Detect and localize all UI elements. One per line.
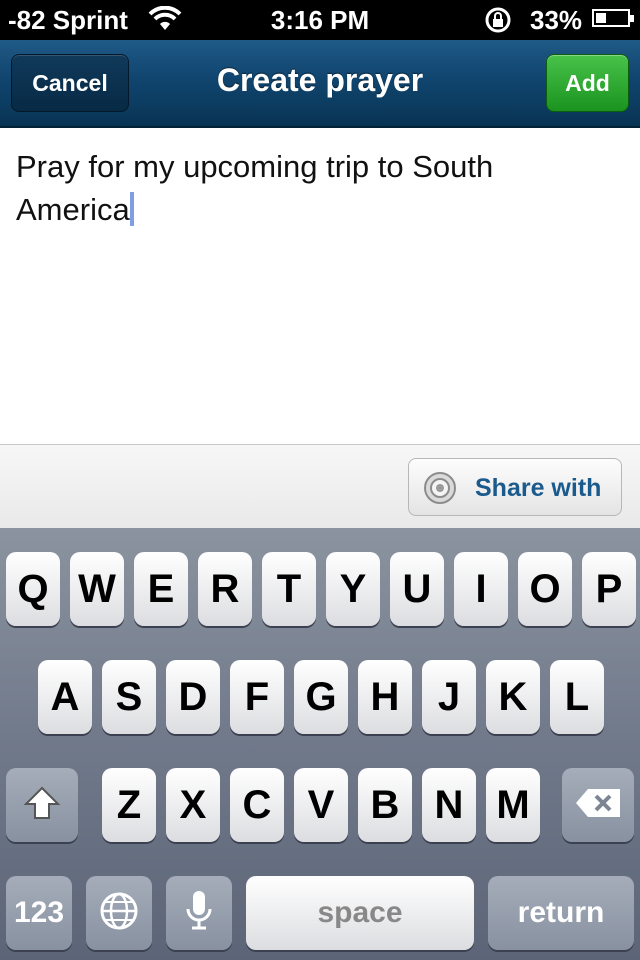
key-c[interactable]: C	[230, 768, 284, 842]
key-o[interactable]: O	[518, 552, 572, 626]
key-h[interactable]: H	[358, 660, 412, 734]
key-s[interactable]: S	[102, 660, 156, 734]
share-with-label: Share with	[475, 474, 602, 502]
battery-icon	[592, 9, 634, 27]
shift-icon	[22, 784, 62, 827]
page-title: Create prayer	[216, 62, 424, 98]
key-z[interactable]: Z	[102, 768, 156, 842]
battery-percent: 33%	[530, 5, 583, 35]
add-button[interactable]: Add	[546, 54, 629, 112]
dictation-key[interactable]	[166, 876, 232, 950]
microphone-icon	[184, 889, 214, 938]
share-toolbar: Share with	[0, 444, 640, 528]
key-q[interactable]: Q	[6, 552, 60, 626]
key-y[interactable]: Y	[326, 552, 380, 626]
key-f[interactable]: F	[230, 660, 284, 734]
key-i[interactable]: I	[454, 552, 508, 626]
key-a[interactable]: A	[38, 660, 92, 734]
key-l[interactable]: L	[550, 660, 604, 734]
shift-key[interactable]	[6, 768, 78, 842]
key-r[interactable]: R	[198, 552, 252, 626]
key-m[interactable]: M	[486, 768, 540, 842]
key-t[interactable]: T	[262, 552, 316, 626]
key-x[interactable]: X	[166, 768, 220, 842]
key-e[interactable]: E	[134, 552, 188, 626]
target-icon	[423, 471, 457, 510]
globe-icon	[99, 891, 139, 936]
prayer-text-line: America	[16, 192, 130, 227]
key-n[interactable]: N	[422, 768, 476, 842]
key-d[interactable]: D	[166, 660, 220, 734]
prayer-text-line: Pray for my upcoming trip to South	[16, 149, 494, 184]
navigation-bar: Cancel Create prayer Add	[0, 40, 640, 128]
share-with-button[interactable]: Share with	[408, 458, 622, 516]
backspace-key[interactable]	[562, 768, 634, 842]
numbers-key[interactable]: 123	[6, 876, 72, 950]
key-k[interactable]: K	[486, 660, 540, 734]
key-u[interactable]: U	[390, 552, 444, 626]
prayer-text-input[interactable]: Pray for my upcoming trip to South Ameri…	[16, 145, 616, 231]
status-bar: -82 Sprint 3:16 PM 33%	[0, 0, 640, 40]
return-key[interactable]: return	[488, 876, 634, 950]
key-j[interactable]: J	[422, 660, 476, 734]
key-v[interactable]: V	[294, 768, 348, 842]
backspace-icon	[574, 787, 622, 824]
key-b[interactable]: B	[358, 768, 412, 842]
globe-key[interactable]	[86, 876, 152, 950]
key-g[interactable]: G	[294, 660, 348, 734]
key-w[interactable]: W	[70, 552, 124, 626]
rotation-lock-icon	[482, 6, 516, 41]
keyboard: QWERTYUIOP ASDFGHJKL ZXCVBNM 123 space ret…	[0, 528, 640, 960]
key-p[interactable]: P	[582, 552, 636, 626]
text-cursor	[129, 192, 134, 226]
space-key[interactable]: space	[246, 876, 474, 950]
